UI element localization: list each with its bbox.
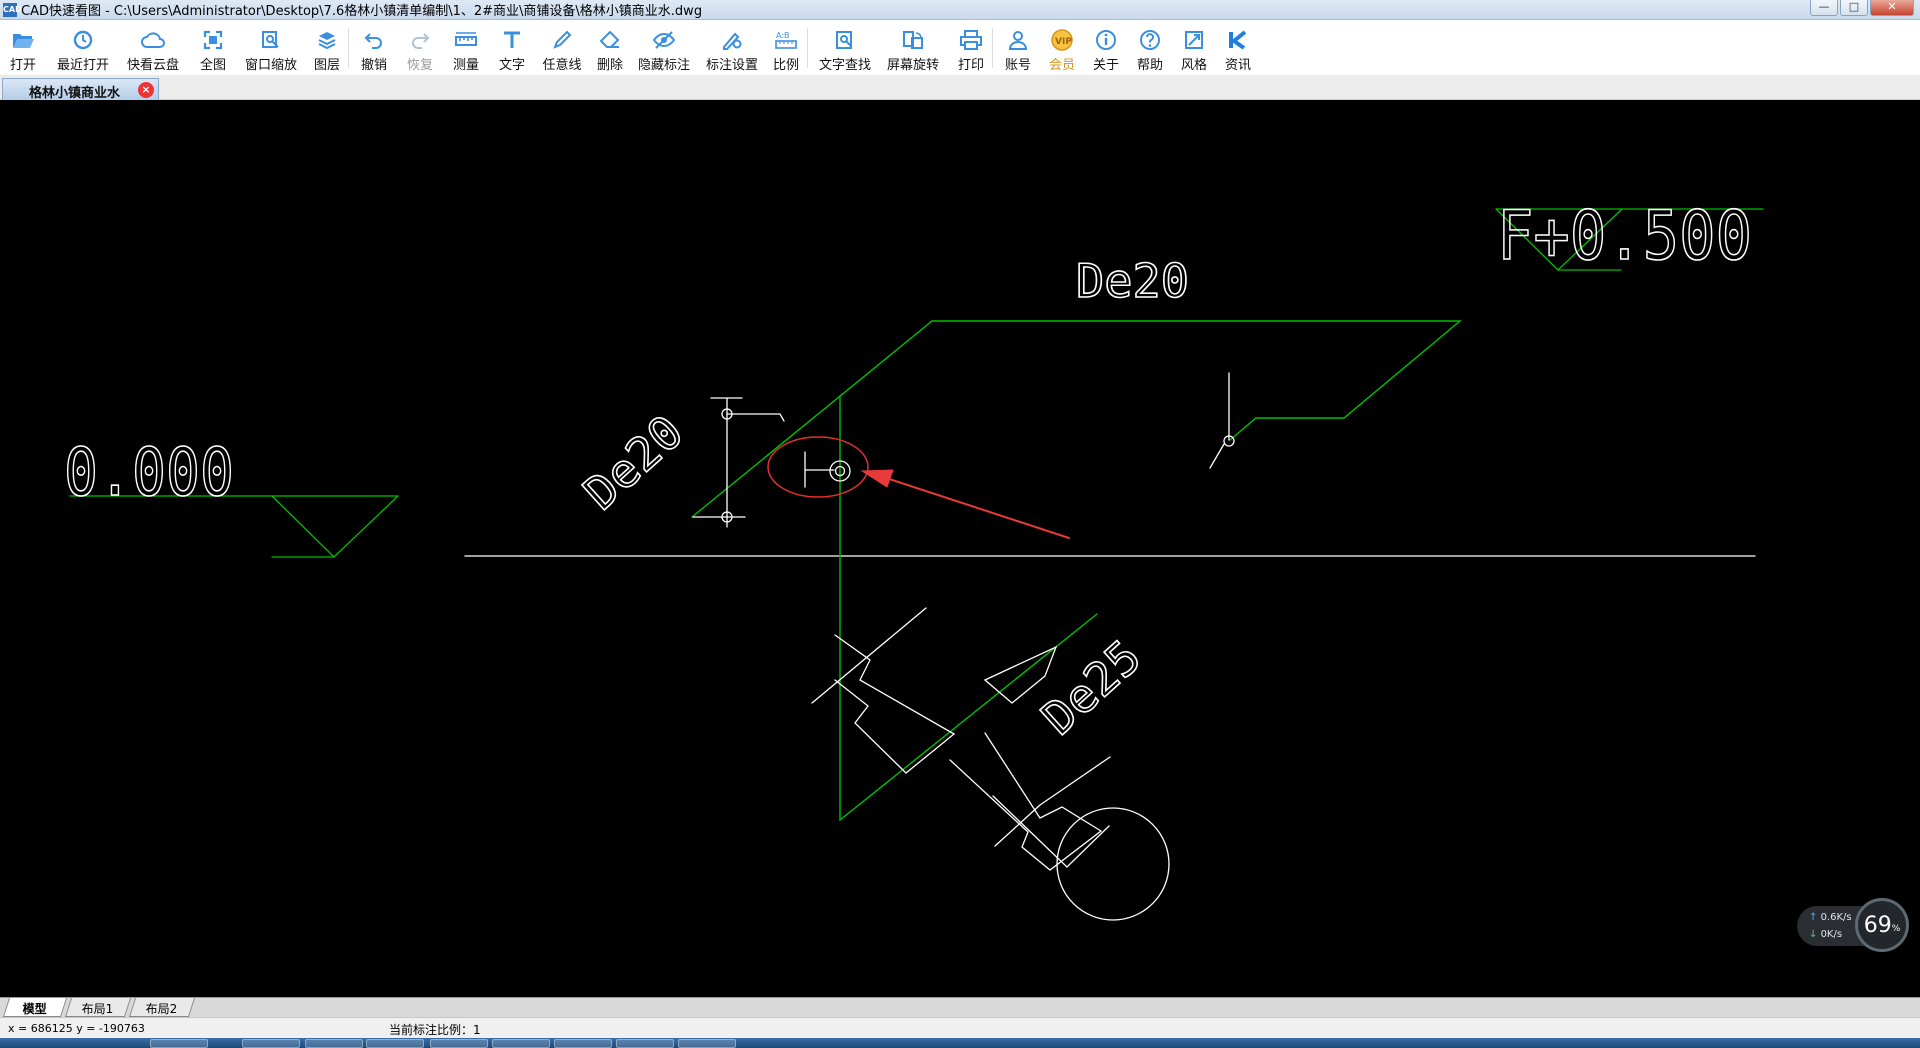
redo-icon — [408, 28, 432, 52]
network-speed-widget[interactable]: ↑ 0.6K/s ↓ 0K/s 69% — [1797, 898, 1909, 956]
ruler-icon — [454, 28, 478, 52]
taskbar-item[interactable] — [366, 1039, 424, 1048]
pipe-label-de25: De25 — [1031, 629, 1151, 745]
document-tab-label: 格林小镇商业水 — [29, 86, 121, 101]
annotation-arrowhead — [860, 469, 894, 488]
elevation-label-left: 0.000 — [64, 434, 234, 511]
minimize-button[interactable]: — — [1810, 0, 1838, 16]
undo-icon — [362, 28, 386, 52]
annotation-settings-button[interactable]: 标注设置 — [703, 20, 761, 75]
news-button[interactable]: 资讯 — [1221, 20, 1255, 75]
close-window-button[interactable]: ✕ — [1870, 0, 1914, 16]
tab-layout2[interactable]: 布局2 — [128, 998, 196, 1017]
taskbar-item[interactable] — [678, 1039, 736, 1048]
taskbar-item[interactable] — [305, 1039, 363, 1048]
taskbar-item[interactable] — [554, 1039, 612, 1048]
info-icon — [1094, 28, 1118, 52]
text-icon — [500, 28, 524, 52]
pen-icon — [550, 28, 574, 52]
svg-text:A:B: A:B — [776, 31, 790, 40]
memory-usage-gauge: 69% — [1855, 898, 1909, 952]
maximize-button[interactable]: □ — [1840, 0, 1868, 16]
style-icon — [1182, 28, 1206, 52]
eraser-icon — [598, 28, 622, 52]
text-search-icon — [833, 28, 857, 52]
taskbar-item[interactable] — [430, 1039, 488, 1048]
open-button[interactable]: 打开 — [6, 20, 40, 75]
title-bar: CAD CAD快速看图 - C:\Users\Administrator\Des… — [0, 0, 1920, 20]
os-taskbar — [0, 1038, 1920, 1048]
hide-annotation-button[interactable]: 隐藏标注 — [635, 20, 693, 75]
window-zoom-icon — [259, 28, 283, 52]
download-speed: ↓ 0K/s — [1809, 929, 1843, 940]
tab-layout1[interactable]: 布局1 — [64, 998, 132, 1017]
help-icon — [1138, 28, 1162, 52]
upload-speed: ↑ 0.6K/s — [1809, 912, 1852, 923]
annotation-arrow — [876, 474, 1070, 539]
window-controls: — □ ✕ — [1810, 0, 1914, 16]
taskbar-item[interactable] — [492, 1039, 550, 1048]
layers-button[interactable]: 图层 — [310, 20, 344, 75]
cursor-coordinates: x = 686125 y = -190763 — [8, 1022, 145, 1035]
svg-text:VIP: VIP — [1055, 37, 1072, 47]
folder-open-icon — [11, 28, 35, 52]
delete-button[interactable]: 删除 — [593, 20, 627, 75]
app-logo-icon: CAD — [3, 2, 22, 17]
layout-tab-bar: 模型 布局1 布局2 — [0, 997, 1920, 1017]
fit-all-icon — [201, 28, 225, 52]
fixtures — [692, 372, 1235, 921]
toolbar-separator — [348, 28, 349, 68]
rotate-screen-icon — [901, 28, 925, 52]
tab-model[interactable]: 模型 — [2, 998, 68, 1017]
status-bar: x = 686125 y = -190763 当前标注比例：1 — [0, 1017, 1920, 1038]
news-k-icon — [1226, 28, 1250, 52]
layers-icon — [315, 28, 339, 52]
recent-open-button[interactable]: 最近打开 — [54, 20, 112, 75]
redo-button[interactable]: 恢复 — [403, 20, 437, 75]
scale-button[interactable]: A:B 比例 — [769, 20, 803, 75]
taskbar-item[interactable] — [150, 1039, 208, 1048]
style-button[interactable]: 风格 — [1177, 20, 1211, 75]
taskbar-item[interactable] — [616, 1039, 674, 1048]
account-button[interactable]: 账号 — [1001, 20, 1035, 75]
document-tab-strip: 格林小镇商业水 × — [0, 75, 1920, 101]
tab-close-icon[interactable]: × — [138, 82, 154, 98]
drawing-canvas[interactable]: 0.000 F+0.500 De20 De20 De25 ↑ 0.6K/s ↓ … — [0, 100, 1920, 997]
print-button[interactable]: 打印 — [954, 20, 988, 75]
pipe-label-de20-left: De20 — [573, 404, 693, 520]
annotation-scale-status: 当前标注比例：1 — [389, 1023, 481, 1037]
main-toolbar: 打开 最近打开 快看云盘 全图 窗口缩放 图层 撤销 恢复 测量 文字 任意线 — [0, 20, 1920, 75]
help-button[interactable]: 帮助 — [1133, 20, 1167, 75]
window-zoom-button[interactable]: 窗口缩放 — [242, 20, 300, 75]
user-icon — [1006, 28, 1030, 52]
pipe-label-de20-top: De20 — [1076, 254, 1189, 308]
text-button[interactable]: 文字 — [495, 20, 529, 75]
freehand-line-button[interactable]: 任意线 — [539, 20, 585, 75]
rotate-screen-button[interactable]: 屏幕旋转 — [884, 20, 942, 75]
hide-eye-icon — [652, 28, 676, 52]
printer-icon — [959, 28, 983, 52]
fit-all-button[interactable]: 全图 — [196, 20, 230, 75]
vip-icon: VIP — [1050, 28, 1074, 52]
cloud-icon — [141, 28, 165, 52]
toolbar-separator — [992, 28, 993, 68]
scale-icon: A:B — [774, 28, 798, 52]
highlight-ellipse — [767, 436, 869, 498]
about-button[interactable]: 关于 — [1089, 20, 1123, 75]
document-tab[interactable]: 格林小镇商业水 × — [2, 78, 159, 101]
taskbar-item[interactable] — [242, 1039, 300, 1048]
pipe-network — [691, 320, 1462, 821]
elevation-label-right: F+0.500 — [1497, 197, 1752, 276]
toolbar-separator — [807, 28, 808, 68]
measure-button[interactable]: 测量 — [449, 20, 483, 75]
vip-member-button[interactable]: VIP 会员 — [1045, 20, 1079, 75]
undo-button[interactable]: 撤销 — [357, 20, 391, 75]
text-search-button[interactable]: 文字查找 — [816, 20, 874, 75]
cloud-disk-button[interactable]: 快看云盘 — [124, 20, 182, 75]
recent-clock-icon — [71, 28, 95, 52]
cad-drawing: 0.000 F+0.500 De20 De20 De25 — [63, 196, 1764, 921]
window-title: CAD快速看图 - C:\Users\Administrator\Desktop… — [21, 4, 703, 19]
annotation-settings-icon — [720, 28, 744, 52]
